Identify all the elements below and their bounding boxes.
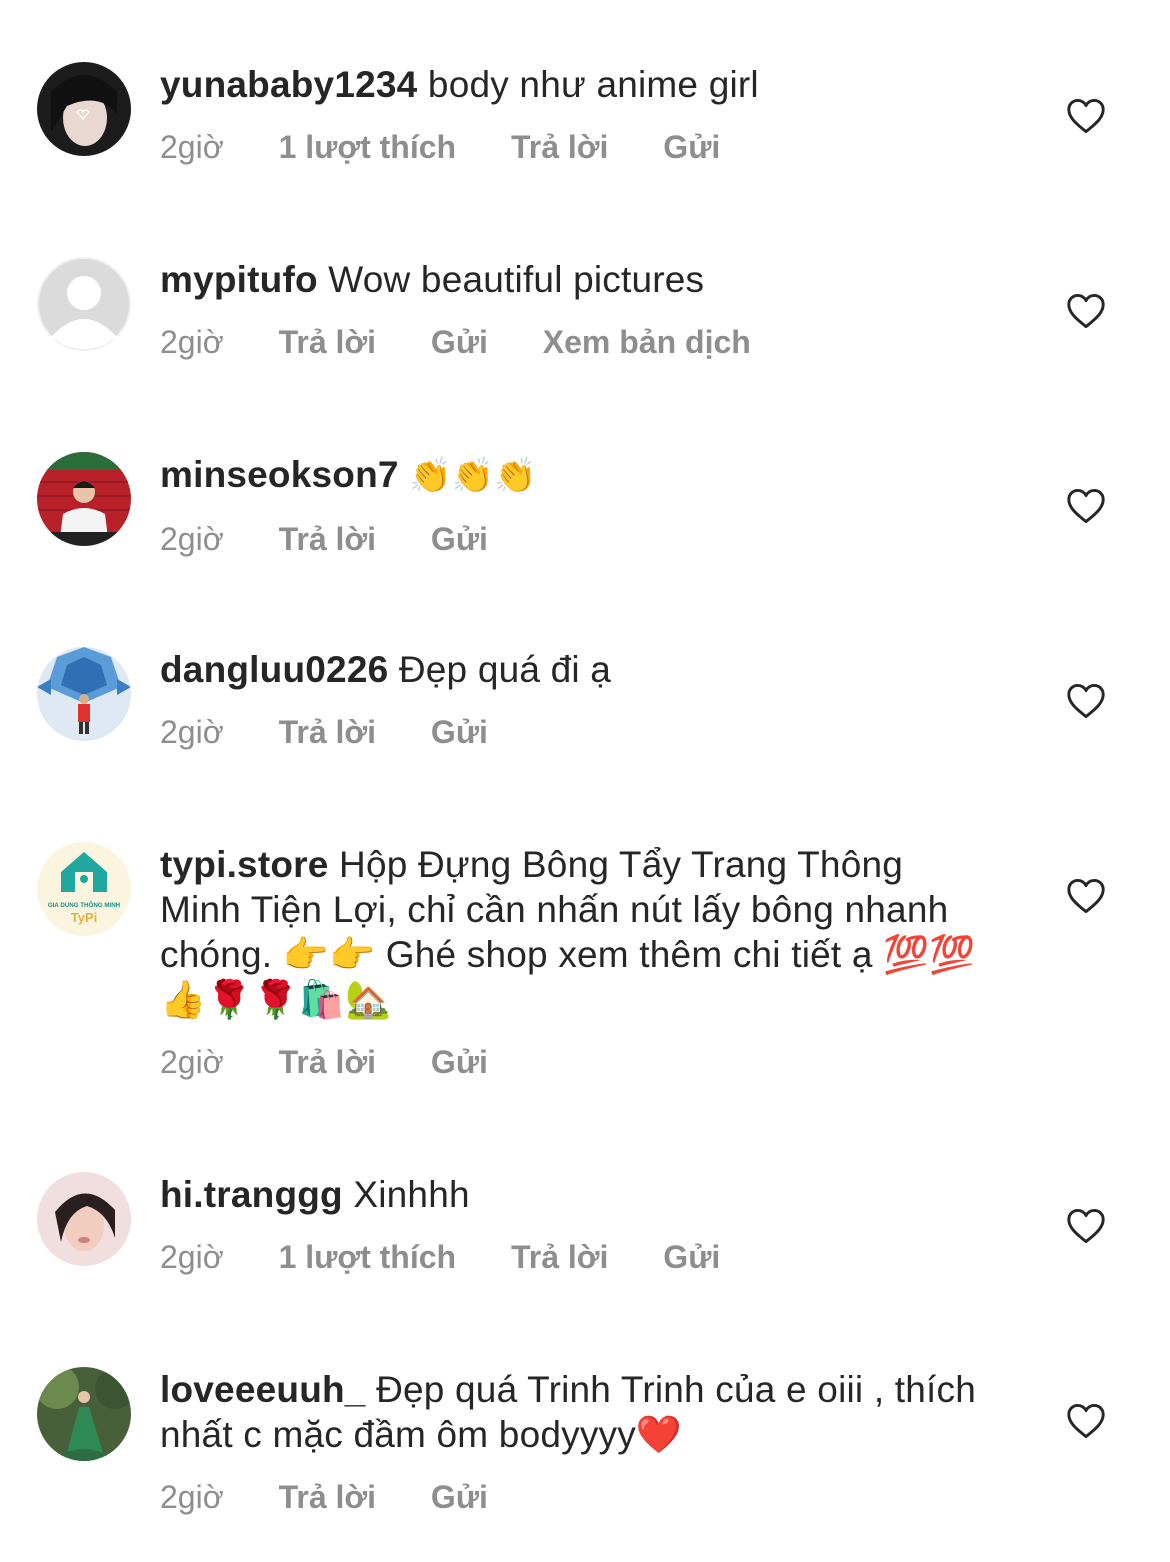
- comment-text: minseokson7 👏👏👏: [160, 452, 990, 499]
- comment-meta: 2giờ Trả lời Gửi: [160, 1042, 990, 1082]
- avatar[interactable]: GIA DỤNG THÔNG MINH TyPi: [37, 842, 131, 936]
- comment-message: 👏👏👏: [409, 456, 537, 496]
- heart-outline-icon[interactable]: [1066, 1208, 1106, 1244]
- comment-username[interactable]: mypitufo: [160, 259, 318, 300]
- comment-text: hi.tranggg Xinhhh: [160, 1172, 990, 1217]
- avatar[interactable]: [37, 1367, 131, 1461]
- comment-time: 2giờ: [160, 521, 224, 557]
- comment-meta: 2giờ 1 lượt thích Trả lời Gửi: [160, 127, 990, 167]
- comment-message: Xinhhh: [353, 1174, 470, 1215]
- comment-time: 2giờ: [160, 129, 224, 165]
- reply-button[interactable]: Trả lời: [279, 712, 376, 752]
- send-button[interactable]: Gửi: [431, 519, 488, 559]
- send-button[interactable]: Gửi: [431, 1042, 488, 1082]
- send-button[interactable]: Gửi: [663, 1237, 720, 1277]
- avatar-caption: GIA DỤNG THÔNG MINH: [48, 901, 121, 909]
- reply-button[interactable]: Trả lời: [279, 519, 376, 559]
- comment-meta: 2giờ Trả lời Gửi: [160, 519, 990, 559]
- reply-button[interactable]: Trả lời: [279, 1042, 376, 1082]
- comment-meta: 2giờ Trả lời Gửi: [160, 1477, 990, 1517]
- heart-outline-icon[interactable]: [1066, 488, 1106, 524]
- comment-time: 2giờ: [160, 1239, 224, 1275]
- comment-time: 2giờ: [160, 1479, 224, 1515]
- comment-message: Wow beautiful pictures: [328, 259, 705, 300]
- reply-button[interactable]: Trả lời: [279, 322, 376, 362]
- comment-username[interactable]: dangluu0226: [160, 649, 388, 690]
- comment-message: Đẹp quá đi ạ: [398, 649, 612, 690]
- comment-text: typi.store Hộp Đựng Bông Tẩy Trang Thông…: [160, 842, 990, 1022]
- avatar[interactable]: [37, 452, 131, 546]
- comment-username[interactable]: minseokson7: [160, 454, 399, 495]
- comment-username[interactable]: typi.store: [160, 844, 329, 885]
- likes-count-link[interactable]: 1 lượt thích: [279, 1237, 456, 1277]
- see-translation-button[interactable]: Xem bản dịch: [543, 322, 751, 362]
- likes-count-link[interactable]: 1 lượt thích: [279, 127, 456, 167]
- comment-time: 2giờ: [160, 324, 224, 360]
- heart-outline-icon[interactable]: [1066, 1403, 1106, 1439]
- send-button[interactable]: Gửi: [431, 1477, 488, 1517]
- comment-text: loveeeuuh_ Đẹp quá Trinh Trinh của e oii…: [160, 1367, 990, 1457]
- reply-button[interactable]: Trả lời: [511, 127, 608, 167]
- heart-outline-icon[interactable]: [1066, 878, 1106, 914]
- send-button[interactable]: Gửi: [663, 127, 720, 167]
- send-button[interactable]: Gửi: [431, 712, 488, 752]
- heart-outline-icon[interactable]: [1066, 293, 1106, 329]
- comment-time: 2giờ: [160, 1044, 224, 1080]
- avatar[interactable]: [37, 257, 131, 351]
- send-button[interactable]: Gửi: [431, 322, 488, 362]
- avatar[interactable]: [37, 647, 131, 741]
- reply-button[interactable]: Trả lời: [511, 1237, 608, 1277]
- comment-text: mypitufo Wow beautiful pictures: [160, 257, 990, 302]
- comment-text: dangluu0226 Đẹp quá đi ạ: [160, 647, 990, 692]
- heart-outline-icon[interactable]: [1066, 683, 1106, 719]
- comment-username[interactable]: yunababy1234: [160, 64, 417, 105]
- comment-meta: 2giờ 1 lượt thích Trả lời Gửi: [160, 1237, 990, 1277]
- comment-message: body như anime girl: [427, 64, 759, 105]
- comment-meta: 2giờ Trả lời Gửi Xem bản dịch: [160, 322, 990, 362]
- avatar[interactable]: [37, 62, 131, 156]
- heart-outline-icon[interactable]: [1066, 98, 1106, 134]
- comment-username[interactable]: hi.tranggg: [160, 1174, 343, 1215]
- comment-text: yunababy1234 body như anime girl: [160, 62, 990, 107]
- reply-button[interactable]: Trả lời: [279, 1477, 376, 1517]
- comment-username[interactable]: loveeeuuh_: [160, 1369, 366, 1410]
- comment-meta: 2giờ Trả lời Gửi: [160, 712, 990, 752]
- avatar[interactable]: [37, 1172, 131, 1266]
- avatar-brand: TyPi: [71, 910, 98, 925]
- comment-time: 2giờ: [160, 714, 224, 750]
